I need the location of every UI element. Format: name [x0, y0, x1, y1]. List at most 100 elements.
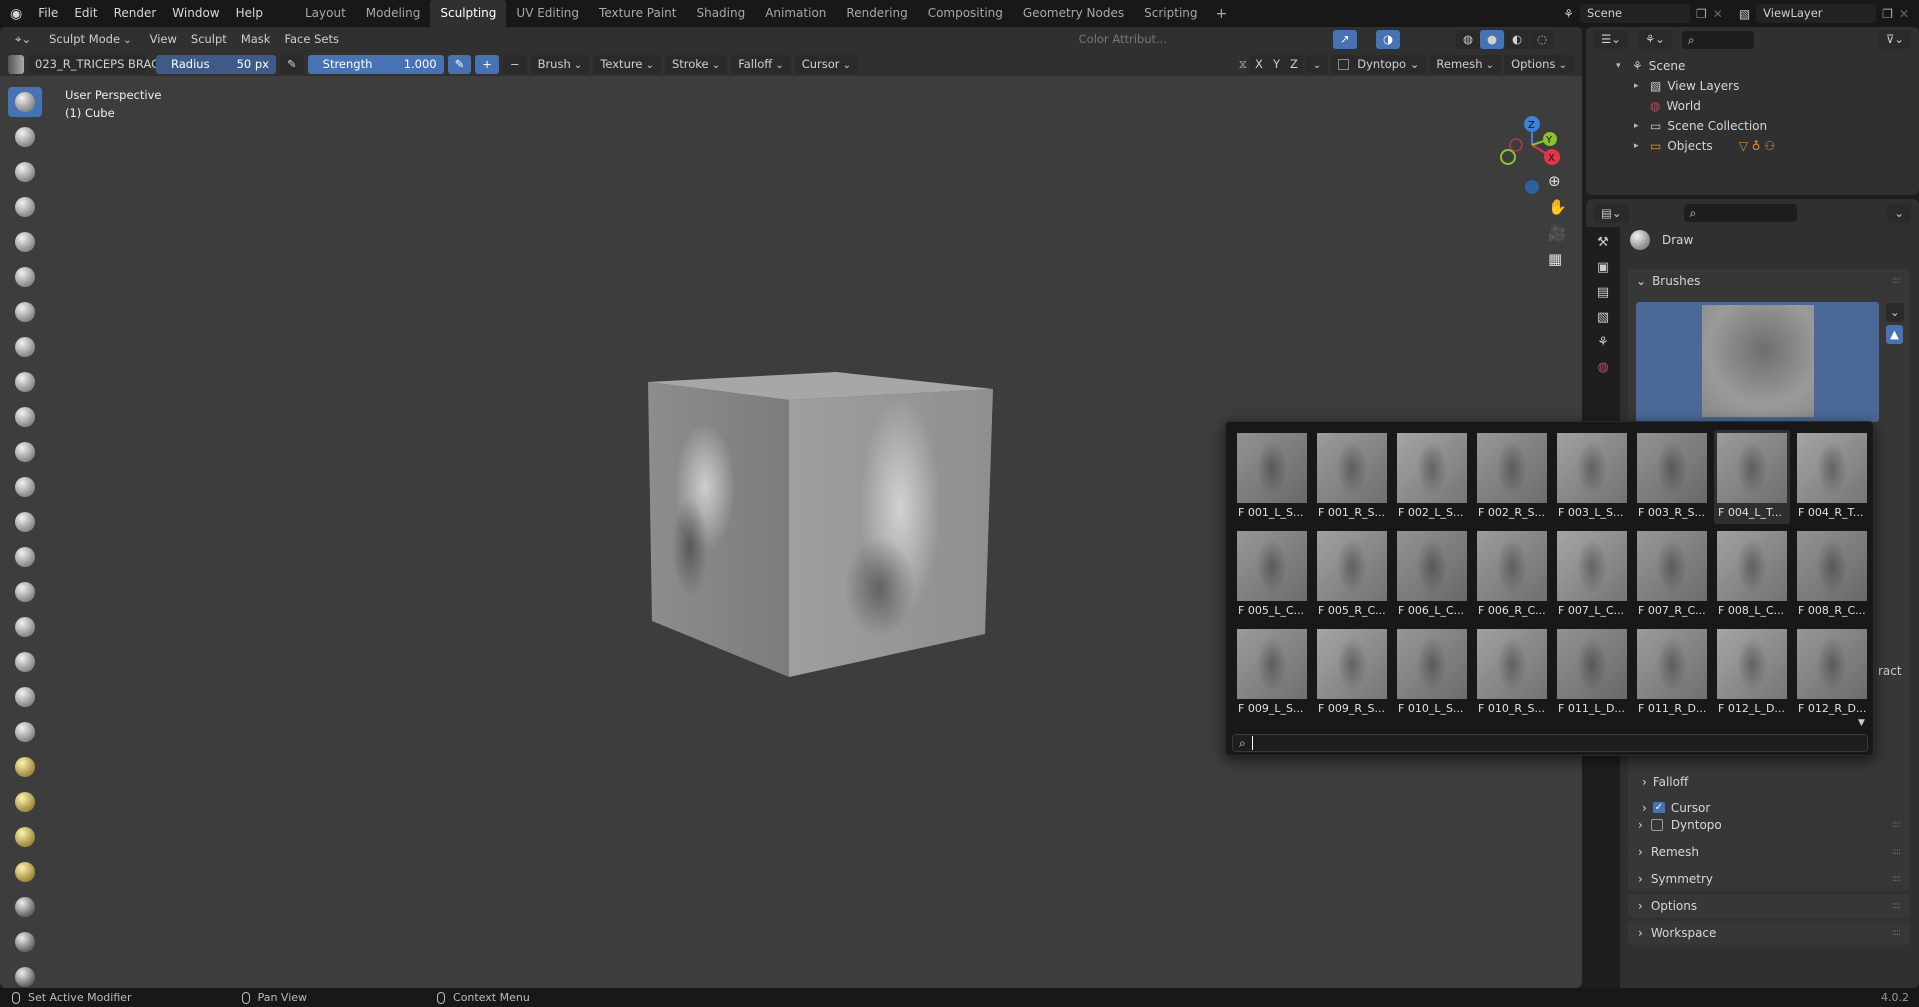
outliner-item-view-layers[interactable]: ▸ ▧ View Layers: [1586, 76, 1919, 96]
brush-preview[interactable]: [1636, 302, 1879, 422]
tab-compositing[interactable]: Compositing: [918, 0, 1013, 27]
tab-geometry-nodes[interactable]: Geometry Nodes: [1013, 0, 1134, 27]
properties-options-dropdown[interactable]: ⌄: [1887, 203, 1911, 223]
output-tab-icon[interactable]: ▤: [1597, 285, 1609, 300]
panel-symmetry[interactable]: › Symmetry::::: [1628, 867, 1910, 891]
panel-dyntopo[interactable]: › Dyntopo::::: [1628, 813, 1910, 837]
chevron-right-icon[interactable]: ›: [1638, 926, 1643, 940]
tool-tab-icon[interactable]: ⚒: [1597, 235, 1609, 250]
blender-logo-icon[interactable]: ◉: [0, 6, 30, 22]
render-tab-icon[interactable]: ▣: [1597, 260, 1609, 275]
outliner-item-scene[interactable]: ▾ ⚘ Scene: [1586, 56, 1919, 76]
brush-item[interactable]: F 004_R_T...: [1794, 430, 1870, 524]
panel-remesh[interactable]: › Remesh::::: [1628, 840, 1910, 864]
tab-uv-editing[interactable]: UV Editing: [506, 0, 589, 27]
object-filter-icons[interactable]: ▽ ♁ ⚇: [1739, 139, 1775, 153]
brush-item[interactable]: F 002_L_S...: [1394, 430, 1470, 524]
scroll-down-icon[interactable]: ▼: [1858, 718, 1865, 728]
drag-grip-icon[interactable]: ::::: [1892, 901, 1901, 911]
menu-file[interactable]: File: [30, 0, 66, 27]
view-layer-tab-icon[interactable]: ▧: [1597, 310, 1609, 325]
outliner-item-world[interactable]: ◍ World: [1586, 96, 1919, 116]
scene-tab-icon[interactable]: ⚘: [1597, 335, 1609, 350]
view-layer-selector[interactable]: ViewLayer: [1756, 4, 1877, 23]
brush-item[interactable]: F 009_L_S...: [1234, 626, 1310, 720]
brush-item[interactable]: F 005_L_C...: [1234, 528, 1310, 622]
brush-item[interactable]: F 003_R_S...: [1634, 430, 1710, 524]
brush-item[interactable]: F 008_R_C...: [1794, 528, 1870, 622]
drag-grip-icon[interactable]: ::::: [1892, 820, 1901, 830]
tab-modeling[interactable]: Modeling: [356, 0, 431, 27]
new-scene-icon[interactable]: ❐: [1696, 7, 1707, 21]
expand-arrow-icon[interactable]: ▸: [1634, 141, 1644, 151]
brush-list-dropdown[interactable]: ⌄: [1886, 303, 1904, 322]
drag-grip-icon[interactable]: ::::: [1892, 928, 1901, 938]
world-tab-icon[interactable]: ◍: [1597, 360, 1608, 375]
outliner-editor-type-icon[interactable]: ☰⌄: [1594, 30, 1628, 49]
menu-help[interactable]: Help: [228, 0, 271, 27]
brush-item[interactable]: F 008_L_C...: [1714, 528, 1790, 622]
brush-item[interactable]: F 001_R_S...: [1314, 430, 1390, 524]
tab-texture-paint[interactable]: Texture Paint: [589, 0, 686, 27]
outliner-item-objects[interactable]: ▸ ▭ Objects ▽ ♁ ⚇: [1586, 136, 1919, 156]
tab-scripting[interactable]: Scripting: [1134, 0, 1207, 27]
brush-item[interactable]: F 006_L_C...: [1394, 528, 1470, 622]
brush-item[interactable]: F 009_R_S...: [1314, 626, 1390, 720]
expand-arrow-icon[interactable]: ▸: [1634, 81, 1644, 91]
tab-sculpting[interactable]: Sculpting: [430, 0, 507, 27]
menu-edit[interactable]: Edit: [66, 0, 105, 27]
filter-icon[interactable]: ⊽⌄: [1878, 30, 1911, 49]
outliner-item-scene-collection[interactable]: ▸ ▭ Scene Collection: [1586, 116, 1919, 136]
drag-grip-icon[interactable]: ::::: [1892, 874, 1901, 884]
brush-search-input[interactable]: [1251, 736, 1867, 750]
toggle-perspective-grid-icon[interactable]: ▦: [1548, 250, 1567, 268]
brush-item[interactable]: F 001_L_S...: [1234, 430, 1310, 524]
brush-item[interactable]: F 006_R_C...: [1474, 528, 1550, 622]
display-mode-icon[interactable]: ⚘⌄: [1637, 30, 1672, 49]
brush-item[interactable]: F 005_R_C...: [1314, 528, 1390, 622]
brush-item[interactable]: F 012_R_D...: [1794, 626, 1870, 720]
camera-view-icon[interactable]: 🎥: [1548, 224, 1567, 242]
tab-shading[interactable]: Shading: [686, 0, 755, 27]
subpanel-falloff[interactable]: › Falloff: [1642, 772, 1688, 792]
new-view-layer-icon[interactable]: ❐: [1882, 7, 1893, 21]
chevron-right-icon[interactable]: ›: [1638, 872, 1643, 886]
delete-view-layer-icon[interactable]: ✕: [1899, 7, 1909, 21]
brush-item[interactable]: F 010_R_S...: [1474, 626, 1550, 720]
properties-editor-type-icon[interactable]: ▤⌄: [1594, 203, 1629, 223]
brush-item[interactable]: F 003_L_S...: [1554, 430, 1630, 524]
chevron-down-icon[interactable]: ⌄: [1636, 274, 1646, 288]
properties-search-input[interactable]: ⌕: [1683, 204, 1797, 222]
view-layer-icon[interactable]: ▧: [1739, 7, 1750, 21]
expand-arrow-icon[interactable]: ▸: [1634, 121, 1644, 131]
scene-selector[interactable]: Scene: [1580, 4, 1690, 23]
panel-workspace[interactable]: › Workspace::::: [1628, 921, 1910, 945]
chevron-right-icon[interactable]: ›: [1642, 775, 1647, 789]
add-workspace-button[interactable]: +: [1208, 6, 1236, 22]
chevron-right-icon[interactable]: ›: [1638, 845, 1643, 859]
dyntopo-checkbox[interactable]: [1650, 819, 1663, 831]
brush-image-icon[interactable]: ▲: [1886, 325, 1903, 344]
scene-icon[interactable]: ⚘: [1563, 7, 1574, 21]
expand-arrow-icon[interactable]: ▾: [1616, 61, 1626, 71]
pan-view-hand-icon[interactable]: ✋: [1548, 198, 1567, 216]
brush-item[interactable]: F 002_R_S...: [1474, 430, 1550, 524]
brush-item[interactable]: F 007_L_C...: [1554, 528, 1630, 622]
menu-window[interactable]: Window: [164, 0, 227, 27]
brush-item[interactable]: F 007_R_C...: [1634, 528, 1710, 622]
outliner-search-input[interactable]: ⌕: [1681, 30, 1754, 49]
chevron-right-icon[interactable]: ›: [1638, 899, 1643, 913]
brushes-panel-title[interactable]: Brushes: [1652, 274, 1700, 288]
tab-animation[interactable]: Animation: [755, 0, 836, 27]
drag-grip-icon[interactable]: ::::: [1892, 847, 1901, 857]
brush-item[interactable]: F 010_L_S...: [1394, 626, 1470, 720]
chevron-right-icon[interactable]: ›: [1638, 818, 1643, 832]
brush-item[interactable]: F 011_R_D...: [1634, 626, 1710, 720]
tab-rendering[interactable]: Rendering: [836, 0, 917, 27]
menu-render[interactable]: Render: [106, 0, 165, 27]
zoom-view-icon[interactable]: ⊕: [1548, 172, 1567, 190]
brush-item[interactable]: F 004_L_T...: [1714, 430, 1790, 524]
delete-scene-icon[interactable]: ✕: [1713, 7, 1723, 21]
tab-layout[interactable]: Layout: [295, 0, 356, 27]
panel-options[interactable]: › Options::::: [1628, 894, 1910, 918]
